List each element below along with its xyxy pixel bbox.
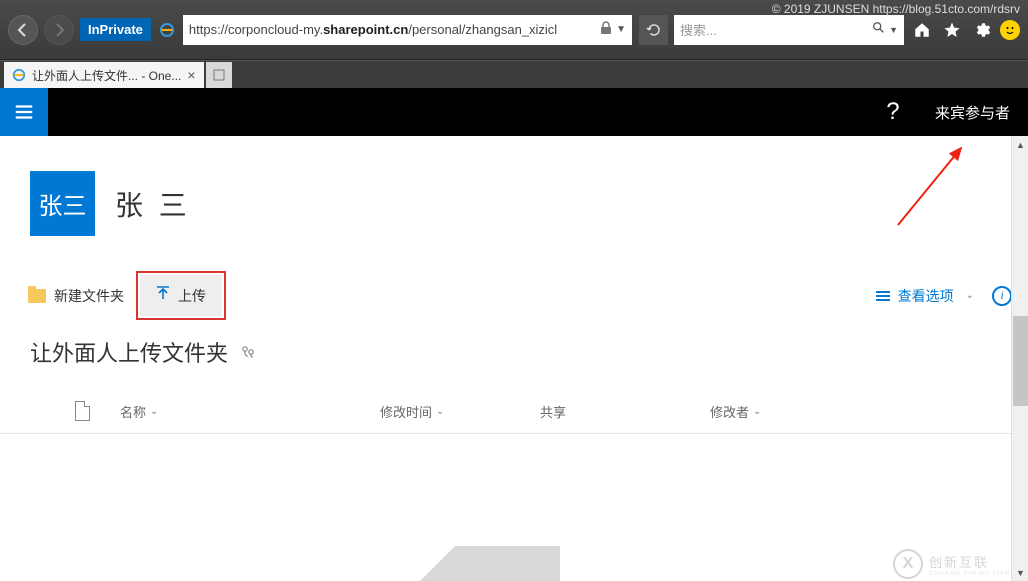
home-icon[interactable] xyxy=(910,18,934,42)
footer-watermark: X 创新互联 CHUANG XIN HU LIAN xyxy=(893,549,1010,579)
scroll-up-icon[interactable]: ▲ xyxy=(1012,136,1028,153)
copyright-watermark: © 2019 ZJUNSEN https://blog.51cto.com/rd… xyxy=(772,2,1020,16)
favorites-star-icon[interactable] xyxy=(940,18,964,42)
chevron-down-icon: ⌄ xyxy=(150,406,158,417)
profile-header: 张三 张 三 xyxy=(0,136,1028,261)
forward-button[interactable] xyxy=(44,15,74,45)
scrollbar-thumb[interactable] xyxy=(1013,316,1028,406)
scroll-down-icon[interactable]: ▼ xyxy=(1012,564,1028,581)
browser-chrome: © 2019 ZJUNSEN https://blog.51cto.com/rd… xyxy=(0,0,1028,60)
url-dropdown-icon[interactable]: ▼ xyxy=(616,27,626,33)
tab-title: 让外面人上传文件... - One... xyxy=(32,67,181,84)
column-modifier[interactable]: 修改者⌄ xyxy=(710,402,992,421)
search-dropdown-icon[interactable]: ▼ xyxy=(889,25,898,35)
profile-name: 张 三 xyxy=(115,184,191,224)
chevron-down-icon: ⌄ xyxy=(436,406,444,417)
search-icon[interactable] xyxy=(872,21,886,38)
search-placeholder: 搜索... xyxy=(680,20,872,39)
column-modified[interactable]: 修改时间⌄ xyxy=(380,402,540,421)
tab-strip: 让外面人上传文件... - One... × xyxy=(0,60,1028,88)
new-folder-label: 新建文件夹 xyxy=(54,286,124,306)
view-options-button[interactable]: 查看选项 ⌄ xyxy=(876,286,974,306)
upload-highlight-box: 上传 xyxy=(136,271,226,320)
browser-tab[interactable]: 让外面人上传文件... - One... × xyxy=(4,62,204,88)
tab-close-icon[interactable]: × xyxy=(187,67,195,83)
command-bar: 新建文件夹 上传 查看选项 ⌄ i xyxy=(0,261,1028,330)
footer-brand: 创新互联 xyxy=(929,552,1010,571)
column-share: 共享 xyxy=(540,402,710,421)
chevron-down-icon: ⌄ xyxy=(753,406,761,417)
upload-icon xyxy=(156,285,170,306)
refresh-button[interactable] xyxy=(638,15,668,45)
footer-subtitle: CHUANG XIN HU LIAN xyxy=(929,571,1010,577)
folder-title-row: 让外面人上传文件夹 xyxy=(0,330,1028,389)
share-icon[interactable] xyxy=(240,343,256,362)
upload-button[interactable]: 上传 xyxy=(140,275,222,316)
decorative-shape xyxy=(420,546,560,581)
folder-title: 让外面人上传文件夹 xyxy=(30,336,228,368)
inprivate-badge: InPrivate xyxy=(80,18,151,41)
folder-icon xyxy=(28,289,46,303)
settings-gear-icon[interactable] xyxy=(970,18,994,42)
file-list-header: 名称⌄ 修改时间⌄ 共享 修改者⌄ xyxy=(0,389,1022,434)
ie-favicon-icon xyxy=(157,20,177,40)
vertical-scrollbar[interactable]: ▲ ▼ xyxy=(1011,136,1028,581)
page-content: 张三 张 三 新建文件夹 上传 查看选项 ⌄ i 让外面人上传文件夹 xyxy=(0,136,1028,581)
app-launcher-button[interactable] xyxy=(0,88,48,136)
url-text: https://corponcloud-my.sharepoint.cn/per… xyxy=(189,22,596,37)
file-type-icon xyxy=(75,401,90,421)
search-bar[interactable]: 搜索... ▼ xyxy=(674,15,904,45)
feedback-smiley-icon[interactable] xyxy=(1000,20,1020,40)
info-pane-button[interactable]: i xyxy=(992,286,1012,306)
view-options-label: 查看选项 xyxy=(898,286,954,306)
footer-logo-icon: X xyxy=(893,549,923,579)
profile-avatar-tile: 张三 xyxy=(30,171,95,236)
chevron-down-icon: ⌄ xyxy=(966,290,974,301)
back-button[interactable] xyxy=(8,15,38,45)
new-tab-button[interactable] xyxy=(206,62,232,88)
help-button[interactable]: ? xyxy=(869,88,917,136)
column-name[interactable]: 名称⌄ xyxy=(90,402,380,421)
new-folder-button[interactable]: 新建文件夹 xyxy=(16,278,136,314)
lock-icon xyxy=(600,21,612,38)
address-bar[interactable]: https://corponcloud-my.sharepoint.cn/per… xyxy=(183,15,632,45)
user-menu[interactable]: 来宾参与者 xyxy=(917,88,1028,136)
sharepoint-suite-bar: ? 来宾参与者 xyxy=(0,88,1028,136)
tab-favicon-icon xyxy=(12,68,26,82)
list-view-icon xyxy=(876,291,890,301)
upload-label: 上传 xyxy=(178,286,206,306)
column-type xyxy=(30,401,90,421)
